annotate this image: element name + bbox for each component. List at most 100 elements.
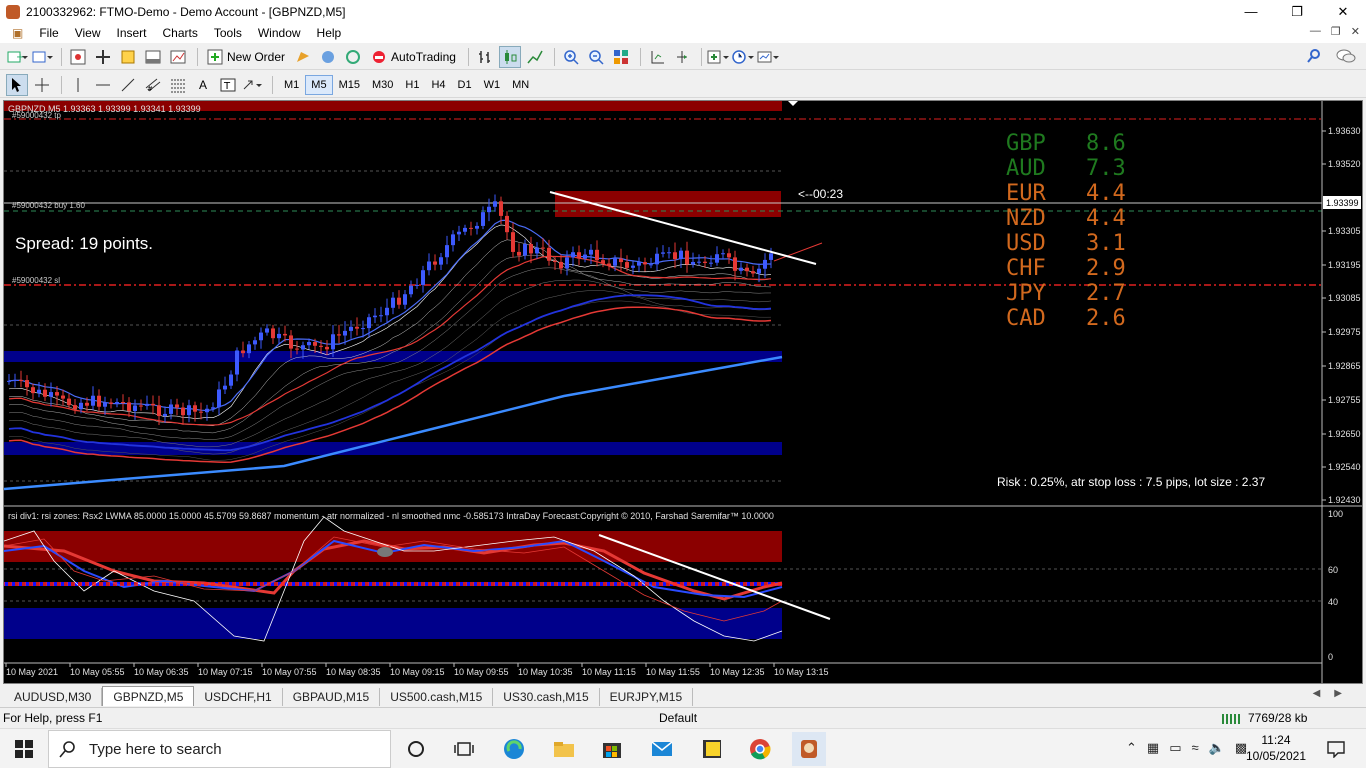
chart-shift-marker[interactable] xyxy=(788,101,798,106)
tab-scroll-arrows-icon[interactable]: ◀▶ xyxy=(1313,688,1356,699)
profiles-icon[interactable] xyxy=(31,46,53,68)
autotrading-button[interactable]: AutoTrading xyxy=(367,46,460,68)
timeframe-m5[interactable]: M5 xyxy=(305,74,333,95)
chart-shift-icon[interactable] xyxy=(646,46,668,68)
vps-icon[interactable] xyxy=(342,46,364,68)
signals-icon[interactable] xyxy=(317,46,339,68)
channel-icon[interactable]: # xyxy=(142,74,164,96)
document-icon[interactable]: ▣ xyxy=(4,26,31,40)
timeframe-m1[interactable]: M1 xyxy=(278,75,305,95)
cursor-icon[interactable] xyxy=(6,73,28,96)
clock[interactable]: 11:24 10/05/2021 xyxy=(1246,732,1306,764)
store-icon[interactable] xyxy=(598,735,626,763)
time-tick-label: 10 May 08:35 xyxy=(326,667,381,677)
candle-body xyxy=(301,345,305,350)
metatrader-taskbar-icon[interactable] xyxy=(792,732,826,766)
edge-icon[interactable] xyxy=(500,735,528,763)
tab-gbpaud-m15[interactable]: GBPAUD,M15 xyxy=(283,688,381,706)
tab-us500-m15[interactable]: US500.cash,M15 xyxy=(380,688,494,706)
timeframe-m15[interactable]: M15 xyxy=(333,75,366,95)
mdi-close-icon[interactable]: ✕ xyxy=(1351,25,1360,38)
vertical-line-icon[interactable] xyxy=(67,74,89,96)
indicators-icon[interactable] xyxy=(707,46,729,68)
mdi-restore-icon[interactable]: ❐ xyxy=(1331,25,1341,38)
candle-body xyxy=(475,225,479,229)
candle-body xyxy=(31,387,35,394)
candle-body xyxy=(241,350,245,354)
timeframe-w1[interactable]: W1 xyxy=(478,75,507,95)
search-icon[interactable] xyxy=(1306,48,1322,67)
price-chart[interactable]: GBPNZD,M5 1.93363 1.93399 1.93341 1.9339… xyxy=(4,101,1362,683)
text-icon[interactable]: A xyxy=(192,74,214,96)
meet-now-icon[interactable]: ▦ xyxy=(1147,740,1159,756)
timeframe-d1[interactable]: D1 xyxy=(452,75,478,95)
file-explorer-icon[interactable] xyxy=(550,735,578,763)
close-button[interactable]: ✕ xyxy=(1320,0,1366,23)
tab-us30-m15[interactable]: US30.cash,M15 xyxy=(493,688,600,706)
text-label-icon[interactable]: T xyxy=(217,74,239,96)
crosshair-icon[interactable] xyxy=(31,74,53,96)
timeframe-h4[interactable]: H4 xyxy=(425,75,451,95)
timeframe-m30[interactable]: M30 xyxy=(366,75,399,95)
chevron-up-icon[interactable]: ⌃ xyxy=(1126,740,1137,756)
market-watch-icon[interactable] xyxy=(67,46,89,68)
templates-icon[interactable] xyxy=(757,46,779,68)
start-button[interactable] xyxy=(10,735,38,763)
fibonacci-icon[interactable] xyxy=(167,74,189,96)
tab-audusd-m30[interactable]: AUDUSD,M30 xyxy=(4,688,103,706)
metaeditor-icon[interactable] xyxy=(292,46,314,68)
chart-window[interactable]: GBPNZD,M5 1.93363 1.93399 1.93341 1.9339… xyxy=(3,100,1363,684)
new-order-button[interactable]: New Order xyxy=(203,46,289,68)
candle-body xyxy=(703,261,707,263)
candle-body xyxy=(433,261,437,265)
mdi-minimize-icon[interactable]: — xyxy=(1310,25,1321,38)
wifi-icon[interactable]: ≈ xyxy=(1192,740,1199,756)
bar-chart-icon[interactable] xyxy=(474,46,496,68)
tab-gbpnzd-m5[interactable]: GBPNZD,M5 xyxy=(102,686,195,706)
timeframe-mn[interactable]: MN xyxy=(506,75,535,95)
windows-logo-icon xyxy=(15,740,33,758)
volume-icon[interactable]: 🔈 xyxy=(1209,740,1225,756)
new-chart-icon[interactable]: + xyxy=(6,46,28,68)
menu-charts[interactable]: Charts xyxy=(155,26,206,40)
strength-value: 2.6 xyxy=(1086,306,1126,331)
battery-icon[interactable]: ▭ xyxy=(1169,740,1181,756)
zoom-in-icon[interactable] xyxy=(560,46,582,68)
periods-icon[interactable] xyxy=(732,46,754,68)
timeframe-h1[interactable]: H1 xyxy=(399,75,425,95)
maximize-button[interactable]: ❐ xyxy=(1274,0,1320,23)
chrome-icon[interactable] xyxy=(746,735,774,763)
ma-line xyxy=(8,279,772,448)
strategy-tester-icon[interactable] xyxy=(167,46,189,68)
zoom-out-icon[interactable] xyxy=(585,46,607,68)
task-view-icon[interactable] xyxy=(450,735,478,763)
menu-window[interactable]: Window xyxy=(250,26,309,40)
horizontal-line-icon[interactable] xyxy=(92,74,114,96)
taskbar-search[interactable]: Type here to search xyxy=(48,730,391,768)
tile-windows-icon[interactable] xyxy=(610,46,632,68)
minimize-button[interactable]: — xyxy=(1228,0,1274,23)
menu-tools[interactable]: Tools xyxy=(206,26,250,40)
menu-file[interactable]: File xyxy=(31,26,66,40)
trendline-icon[interactable] xyxy=(117,74,139,96)
navigator-icon[interactable] xyxy=(117,46,139,68)
chat-icon[interactable] xyxy=(1336,48,1356,67)
sticky-notes-icon[interactable] xyxy=(698,735,726,763)
auto-scroll-icon[interactable] xyxy=(671,46,693,68)
line-chart-icon[interactable] xyxy=(524,46,546,68)
indicator-tick-label: 0 xyxy=(1328,652,1333,662)
menu-insert[interactable]: Insert xyxy=(108,26,154,40)
menu-help[interactable]: Help xyxy=(309,26,350,40)
tab-eurjpy-m15[interactable]: EURJPY,M15 xyxy=(600,688,694,706)
data-window-icon[interactable] xyxy=(92,46,114,68)
terminal-icon[interactable] xyxy=(142,46,164,68)
cortana-icon[interactable] xyxy=(402,735,430,763)
candlestick-icon[interactable] xyxy=(498,45,521,68)
tab-usdchf-h1[interactable]: USDCHF,H1 xyxy=(194,688,283,706)
menu-view[interactable]: View xyxy=(67,26,109,40)
arrows-icon[interactable] xyxy=(242,74,264,96)
mail-icon[interactable] xyxy=(648,735,676,763)
candle-body xyxy=(757,268,761,274)
candle-body xyxy=(139,405,143,407)
notifications-icon[interactable] xyxy=(1322,735,1350,763)
